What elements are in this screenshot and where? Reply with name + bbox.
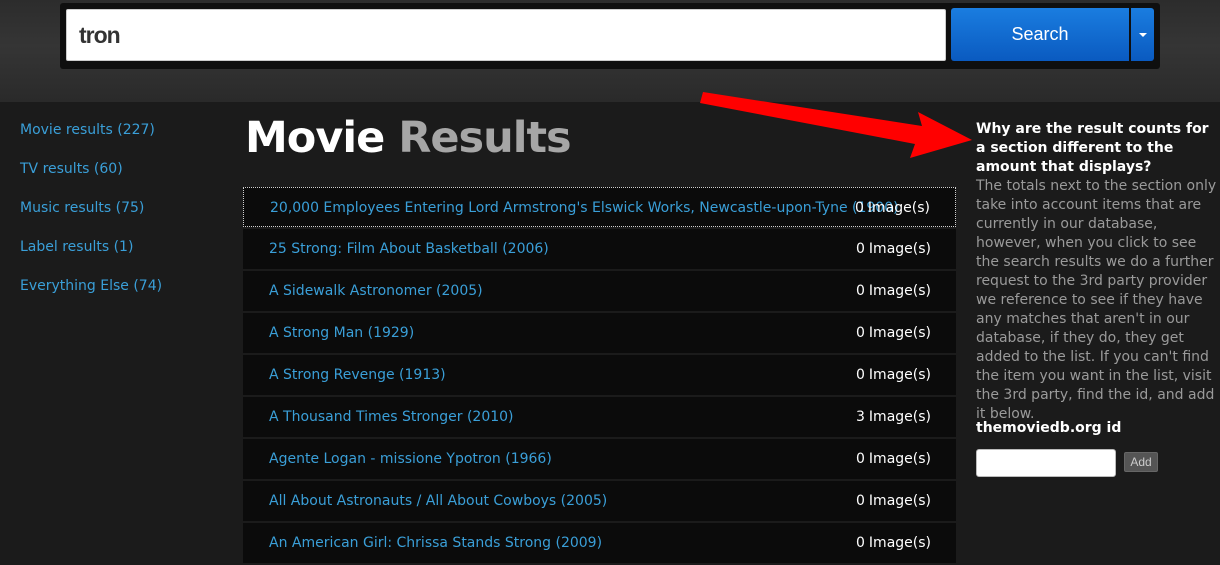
page-title: Movie Results (245, 113, 572, 163)
search-options-dropdown[interactable] (1131, 8, 1154, 61)
sidebar-item-everything-else[interactable]: Everything Else (74) (20, 276, 220, 315)
result-link[interactable]: 25 Strong: Film About Basketball (2006) (269, 240, 549, 258)
image-count-suffix: Image(s) (868, 325, 931, 341)
result-row: A Strong Revenge (1913) 0 Image(s) (243, 355, 956, 395)
result-link[interactable]: A Strong Revenge (1913) (269, 366, 446, 384)
image-count-value: 0 (855, 200, 864, 216)
image-count-value: 0 (856, 241, 865, 257)
page-title-primary: Movie (245, 113, 385, 163)
image-count: 0 Image(s) (855, 199, 930, 217)
info-answer: The totals next to the section only take… (976, 178, 1217, 422)
image-count-suffix: Image(s) (868, 409, 931, 425)
sidebar-item-movie-results[interactable]: Movie results (227) (20, 120, 220, 159)
image-count: 0 Image(s) (856, 450, 931, 468)
info-question: Why are the result counts for a section … (976, 121, 1209, 175)
page-title-secondary: Results (398, 113, 571, 163)
id-input[interactable] (976, 449, 1116, 477)
result-row: A Thousand Times Stronger (2010) 3 Image(… (243, 397, 956, 437)
result-link[interactable]: Agente Logan - missione Ypotron (1966) (269, 450, 552, 468)
result-row: All About Astronauts / All About Cowboys… (243, 481, 956, 521)
image-count: 3 Image(s) (856, 408, 931, 426)
result-row: Agente Logan - missione Ypotron (1966) 0… (243, 439, 956, 479)
caret-down-icon (1138, 32, 1147, 37)
sidebar-item-label-results[interactable]: Label results (1) (20, 237, 220, 276)
result-link[interactable]: A Strong Man (1929) (269, 324, 414, 342)
image-count-value: 0 (856, 367, 865, 383)
image-count-suffix: Image(s) (867, 200, 930, 216)
image-count: 0 Image(s) (856, 240, 931, 258)
image-count-value: 0 (856, 283, 865, 299)
site-header: Search (0, 0, 1220, 102)
image-count-suffix: Image(s) (868, 367, 931, 383)
image-count-value: 0 (856, 493, 865, 509)
search-button[interactable]: Search (951, 8, 1129, 61)
results-list: 20,000 Employees Entering Lord Armstrong… (243, 187, 956, 565)
image-count-suffix: Image(s) (868, 535, 931, 551)
image-count-suffix: Image(s) (868, 283, 931, 299)
image-count: 0 Image(s) (856, 534, 931, 552)
result-row: An American Girl: Chrissa Stands Strong … (243, 523, 956, 563)
result-link[interactable]: All About Astronauts / All About Cowboys… (269, 492, 607, 510)
image-count-suffix: Image(s) (868, 451, 931, 467)
sidebar-item-tv-results[interactable]: TV results (60) (20, 159, 220, 198)
result-row: A Strong Man (1929) 0 Image(s) (243, 313, 956, 353)
result-row: 25 Strong: Film About Basketball (2006) … (243, 229, 956, 269)
image-count-suffix: Image(s) (868, 493, 931, 509)
image-count: 0 Image(s) (856, 282, 931, 300)
image-count: 0 Image(s) (856, 366, 931, 384)
result-link[interactable]: A Thousand Times Stronger (2010) (269, 408, 514, 426)
add-button[interactable]: Add (1124, 452, 1158, 472)
image-count-value: 0 (856, 325, 865, 341)
search-bar: Search (60, 3, 1160, 69)
image-count-value: 0 (856, 451, 865, 467)
image-count-value: 3 (856, 409, 865, 425)
image-count: 0 Image(s) (856, 324, 931, 342)
result-row: A Sidewalk Astronomer (2005) 0 Image(s) (243, 271, 956, 311)
search-input[interactable] (66, 9, 946, 61)
result-link[interactable]: 20,000 Employees Entering Lord Armstrong… (270, 199, 899, 217)
result-link[interactable]: An American Girl: Chrissa Stands Strong … (269, 534, 602, 552)
result-row: 20,000 Employees Entering Lord Armstrong… (243, 187, 956, 227)
id-field-label: themoviedb.org id (976, 420, 1122, 436)
image-count-suffix: Image(s) (868, 241, 931, 257)
image-count: 0 Image(s) (856, 492, 931, 510)
sidebar: Movie results (227) TV results (60) Musi… (20, 120, 220, 315)
info-panel: Why are the result counts for a section … (976, 120, 1220, 424)
sidebar-item-music-results[interactable]: Music results (75) (20, 198, 220, 237)
result-link[interactable]: A Sidewalk Astronomer (2005) (269, 282, 483, 300)
image-count-value: 0 (856, 535, 865, 551)
